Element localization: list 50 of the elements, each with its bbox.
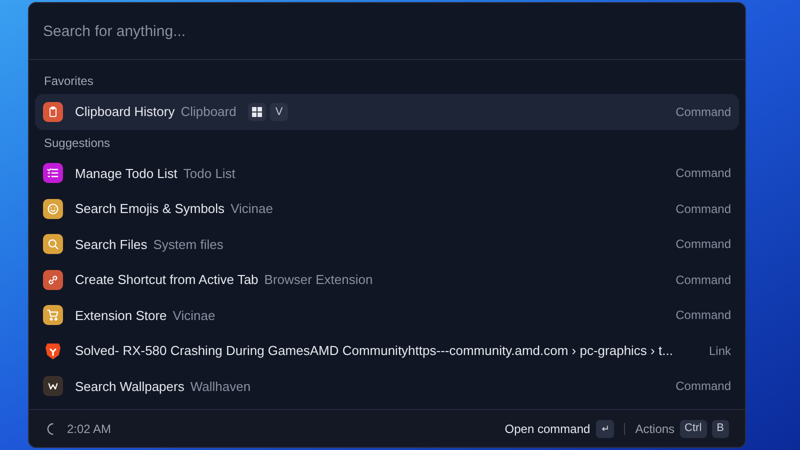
link-icon — [43, 270, 63, 290]
item-title: Search Files — [75, 236, 148, 254]
item-subtitle: Vicinae — [172, 306, 216, 324]
shield-icon — [43, 340, 63, 361]
item-type: Command — [674, 236, 731, 254]
list-item[interactable]: Clipboard History Clipboard V Command — [35, 94, 739, 130]
item-type: Command — [674, 378, 731, 396]
item-type: Command — [674, 165, 731, 182]
item-type: Command — [674, 307, 731, 324]
item-subtitle: Clipboard — [180, 103, 236, 121]
clock-time: 2:02 AM — [67, 420, 112, 438]
list-item[interactable]: Search Emojis & Symbols Vicinae Command — [35, 191, 739, 226]
item-subtitle: Wallhaven — [190, 378, 251, 396]
smile-icon — [43, 198, 63, 219]
item-subtitle: Browser Extension — [264, 271, 373, 289]
item-type: Command — [674, 104, 731, 121]
open-command-button[interactable]: Open command — [504, 420, 590, 438]
cart-icon — [43, 305, 63, 326]
item-type: Command — [674, 272, 731, 289]
item-title: Clipboard History — [75, 103, 175, 121]
item-title: Solved- RX-580 Crashing During GamesAMD Communityhttps---community.amd.com › pc-graphics › t... — [75, 342, 673, 360]
item-type: Command — [674, 200, 731, 218]
section-header: Suggestions — [43, 134, 112, 152]
search-field[interactable]: Search for anything... — [29, 3, 745, 60]
section-header: Favorites — [43, 73, 94, 90]
item-title: Search Wallpapers — [75, 378, 184, 396]
item-title: Search Emojis & Symbols — [75, 200, 225, 218]
windows-key-icon — [248, 102, 266, 121]
list-item[interactable]: Create Shortcut from Active Tab Browser Extension Command — [35, 262, 739, 298]
item-title: Extension Store — [75, 306, 167, 324]
item-title: Manage Todo List — [75, 164, 178, 183]
w-icon — [43, 376, 63, 396]
list-item[interactable]: Manage Todo List Todo List Command — [35, 156, 739, 191]
key-cap: B — [712, 420, 729, 438]
clipboard-icon — [43, 102, 63, 122]
item-subtitle: Vicinae — [230, 200, 273, 218]
list-icon — [43, 163, 63, 184]
list-item[interactable]: Solved- RX-580 Crashing During GamesAMD Communityhttps---community.amd.com › pc-graphics › t... Link — [35, 333, 739, 368]
list-item[interactable]: Search Files System files Command — [35, 226, 739, 262]
list-item[interactable]: Search Wallpapers Wallhaven Command — [35, 368, 739, 404]
key-cap: V — [270, 102, 288, 121]
item-title: Create Shortcut from Active Tab — [75, 271, 258, 289]
item-subtitle: System files — [153, 236, 224, 254]
enter-key-icon — [596, 420, 614, 438]
key-cap: Ctrl — [680, 420, 707, 438]
actions-button[interactable]: Actions — [635, 420, 675, 438]
search-icon — [43, 234, 63, 254]
item-subtitle: Todo List — [183, 164, 236, 182]
list-item[interactable]: Extension Store Vicinae Command — [35, 298, 739, 333]
item-type: Link — [708, 342, 731, 360]
